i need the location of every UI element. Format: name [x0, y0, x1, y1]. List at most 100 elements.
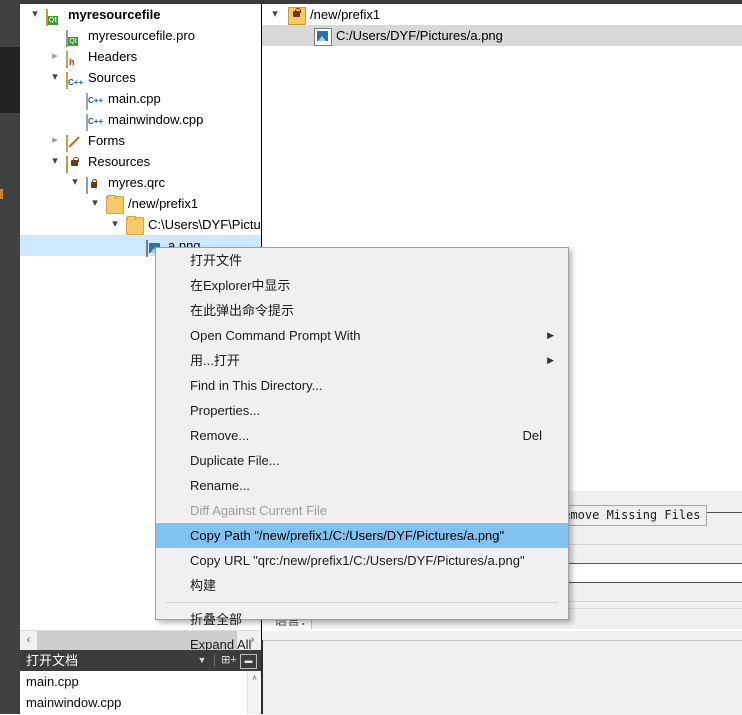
- menu-item-build[interactable]: 构建: [156, 573, 568, 598]
- tree-row-label: Sources: [88, 70, 136, 85]
- open-document-item[interactable]: main.cpp: [20, 671, 261, 692]
- tree-row[interactable]: Resources: [20, 151, 261, 173]
- menu-item-label: Duplicate File...: [190, 453, 280, 468]
- menu-item-shortcut: Del: [522, 428, 542, 443]
- remove-missing-files-button[interactable]: Remove Missing Files: [550, 505, 707, 526]
- menu-item-label: Remove...: [190, 428, 250, 443]
- qrc-prefix-icon: [288, 7, 306, 25]
- menu-item-expand-all[interactable]: Expand All: [156, 632, 568, 657]
- tree-row[interactable]: Qt myresourcefile: [20, 4, 261, 26]
- qt-pro-file-icon: Qt: [66, 30, 78, 47]
- tree-row-label: /new/prefix1: [128, 196, 199, 211]
- cpp-letter: C++: [88, 96, 104, 105]
- tree-row[interactable]: myres.qrc: [20, 172, 261, 194]
- qrc-tree-row[interactable]: C:/Users/DYF/Pictures/a.png: [262, 25, 742, 46]
- menu-item-remove[interactable]: Remove... Del: [156, 423, 568, 448]
- tree-row-label: myres.qrc: [108, 175, 166, 190]
- tree-row[interactable]: Forms: [20, 130, 261, 152]
- menu-item-label: 用...打开: [190, 353, 240, 368]
- lock-glyph: [293, 8, 301, 17]
- header-letter: h: [69, 57, 75, 67]
- menu-item-label: Open Command Prompt With: [190, 328, 361, 343]
- qt-project-icon: Qt: [46, 9, 58, 26]
- menu-item-label: Copy URL "qrc:/new/prefix1/C:/Users/DYF/…: [190, 553, 525, 568]
- menu-item-diff-against-current-file: Diff Against Current File: [156, 498, 568, 523]
- tree-row-label: main.cpp: [108, 91, 161, 106]
- chevron-down-icon[interactable]: [48, 67, 62, 88]
- image-glyph: [317, 31, 328, 41]
- scroll-left-icon[interactable]: ‹: [20, 631, 37, 650]
- menu-item-copy-url[interactable]: Copy URL "qrc:/new/prefix1/C:/Users/DYF/…: [156, 548, 568, 573]
- activity-bar-active-block[interactable]: [0, 47, 20, 113]
- tree-row[interactable]: C:\Users\DYF\Pictures: [20, 214, 261, 235]
- folder-icon: [126, 216, 144, 235]
- chevron-right-icon[interactable]: [48, 46, 62, 67]
- menu-item-duplicate-file[interactable]: Duplicate File...: [156, 448, 568, 473]
- activity-bar[interactable]: [0, 0, 20, 714]
- tree-row[interactable]: Qt myresourcefile.pro: [20, 25, 261, 47]
- qt-badge: Qt: [48, 16, 58, 25]
- open-document-item[interactable]: mainwindow.cpp: [20, 692, 261, 713]
- chevron-down-icon[interactable]: [68, 172, 82, 193]
- activity-bar-marker: [0, 189, 3, 199]
- forms-folder-icon: [66, 135, 68, 152]
- chevron-down-icon[interactable]: [268, 4, 282, 25]
- menu-item-collapse-all[interactable]: 折叠全部: [156, 607, 568, 632]
- menu-item-label: 打开文件: [190, 253, 243, 268]
- menu-item-open-with[interactable]: 用...打开 ▶: [156, 348, 568, 373]
- qrc-row-label: /new/prefix1: [310, 7, 381, 22]
- tree-row-label: Forms: [88, 133, 125, 148]
- menu-item-label: Copy Path "/new/prefix1/C:/Users/DYF/Pic…: [190, 528, 505, 543]
- tree-row[interactable]: C++ mainwindow.cpp: [20, 109, 261, 131]
- menu-item-open-terminal-here[interactable]: 在此弹出命令提示: [156, 298, 568, 323]
- chevron-right-icon: ▶: [547, 355, 554, 365]
- menu-item-find-in-this-directory[interactable]: Find in This Directory...: [156, 373, 568, 398]
- tree-row-label: Headers: [88, 49, 138, 64]
- chevron-right-icon[interactable]: [48, 130, 62, 151]
- menu-item-label: 构建: [190, 578, 217, 593]
- chevron-right-icon: ▶: [547, 330, 554, 340]
- chevron-down-icon[interactable]: [88, 193, 102, 214]
- menu-item-label: Expand All: [190, 637, 252, 652]
- png-image-icon: [314, 28, 332, 46]
- menu-item-label: 折叠全部: [190, 612, 243, 627]
- tree-row-label: C:\Users\DYF\Pictures: [148, 217, 261, 232]
- menu-item-properties[interactable]: Properties...: [156, 398, 568, 423]
- menu-item-copy-path[interactable]: Copy Path "/new/prefix1/C:/Users/DYF/Pic…: [156, 523, 568, 548]
- file-context-menu[interactable]: 打开文件在Explorer中显示 在此弹出命令提示 Open Command Pro…: [155, 247, 569, 652]
- tree-row[interactable]: /new/prefix1: [20, 193, 261, 214]
- tree-row[interactable]: h Headers: [20, 46, 261, 68]
- menu-item-label: Rename...: [190, 478, 250, 493]
- tree-row-label: myresourcefile.pro: [88, 28, 195, 43]
- chevron-down-icon[interactable]: [28, 4, 42, 25]
- qrc-tree-row[interactable]: /new/prefix1: [262, 4, 742, 25]
- menu-item-label: Find in This Directory...: [190, 378, 323, 393]
- open-documents-scrollbar[interactable]: ∧: [247, 671, 261, 714]
- open-documents-panel: 打开文档 ▼ ⊞+ ▬ main.cpp ∧ mainwindow.cpp: [20, 650, 261, 714]
- scroll-up-icon[interactable]: ∧: [248, 671, 261, 684]
- headers-folder-icon: h: [66, 51, 75, 68]
- menu-separator: [166, 602, 558, 603]
- lock-glyph: [91, 179, 97, 188]
- chevron-down-icon[interactable]: [108, 214, 122, 235]
- menu-item-label: 在此弹出命令提示: [190, 303, 295, 318]
- menu-item-open-command-prompt-with[interactable]: Open Command Prompt With ▶: [156, 323, 568, 348]
- png-image-icon: [146, 240, 160, 257]
- menu-item-show-in-explorer[interactable]: 在Explorer中显示: [156, 273, 568, 298]
- menu-item-rename[interactable]: Rename...: [156, 473, 568, 498]
- menu-item-open-file[interactable]: 打开文件: [156, 248, 568, 273]
- tree-row-label: myresourcefile: [68, 7, 161, 22]
- chevron-down-icon[interactable]: [48, 151, 62, 172]
- cpp-letter: C++: [88, 117, 104, 126]
- folder-icon: [106, 195, 124, 214]
- lock-glyph: [71, 157, 79, 166]
- resources-folder-icon: [66, 156, 79, 173]
- open-documents-list[interactable]: main.cpp ∧ mainwindow.cpp: [20, 671, 261, 714]
- menu-item-label: 在Explorer中显示: [190, 278, 291, 293]
- qrc-file-icon: [86, 177, 97, 194]
- sources-folder-icon: C++: [66, 72, 83, 89]
- qrc-row-label: C:/Users/DYF/Pictures/a.png: [336, 28, 503, 43]
- tree-row[interactable]: C++ main.cpp: [20, 88, 261, 110]
- qt-creator-window: Qt myresourcefile Qt myresourcefile.pro h Hea…: [0, 0, 742, 715]
- tree-row[interactable]: C++ Sources: [20, 67, 261, 89]
